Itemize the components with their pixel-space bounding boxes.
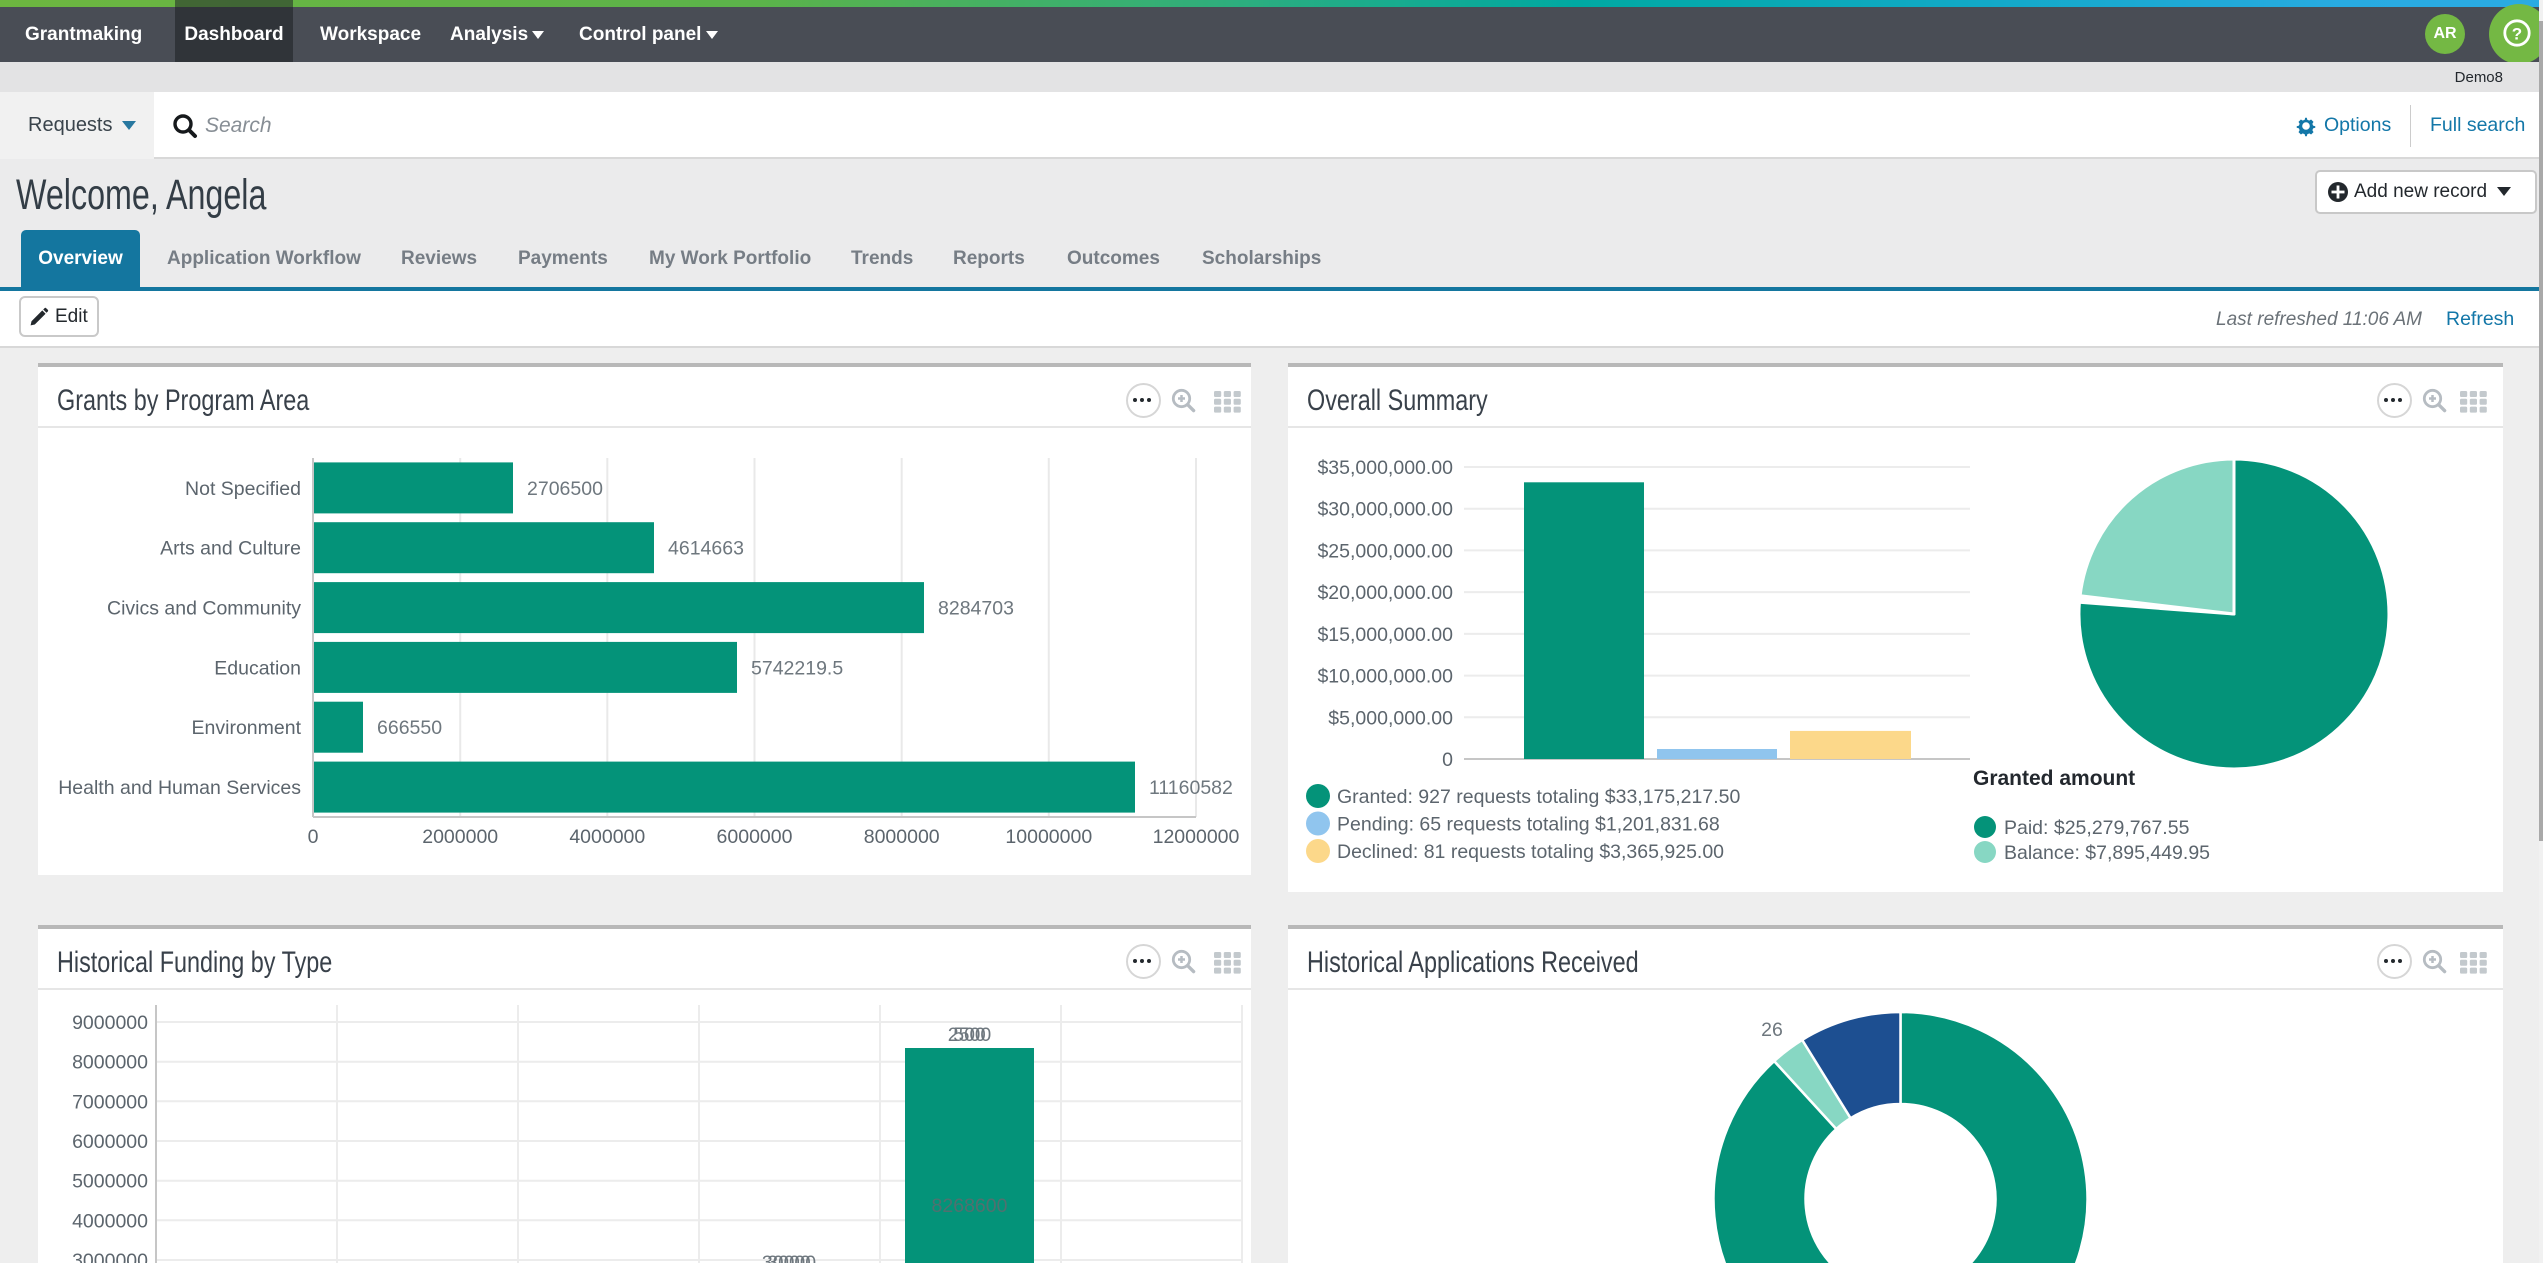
svg-text:3000000: 3000000 <box>72 1250 148 1263</box>
svg-text:Health and Human Services: Health and Human Services <box>58 777 301 799</box>
svg-text:$25,000,000.00: $25,000,000.00 <box>1317 540 1453 562</box>
svg-text:Balance: $7,895,449.95: Balance: $7,895,449.95 <box>2004 842 2210 864</box>
svg-text:Civics and Community: Civics and Community <box>107 598 301 620</box>
svg-text:6000000: 6000000 <box>72 1131 148 1153</box>
svg-text:2706500: 2706500 <box>527 478 603 500</box>
svg-text:8284703: 8284703 <box>938 598 1014 620</box>
svg-text:10000000: 10000000 <box>1005 826 1092 848</box>
svg-text:5000000: 5000000 <box>72 1171 148 1193</box>
svg-text:4000000: 4000000 <box>72 1210 148 1232</box>
svg-text:6000000: 6000000 <box>717 826 793 848</box>
svg-text:11160582: 11160582 <box>1149 777 1233 799</box>
svg-text:4614663: 4614663 <box>668 538 744 560</box>
svg-text:Not Specified: Not Specified <box>185 478 301 500</box>
svg-text:12000000: 12000000 <box>1153 826 1240 848</box>
svg-text:3000: 3000 <box>767 1252 811 1263</box>
svg-text:$15,000,000.00: $15,000,000.00 <box>1317 624 1453 646</box>
svg-text:$10,000,000.00: $10,000,000.00 <box>1317 666 1453 688</box>
svg-text:666550: 666550 <box>377 717 442 739</box>
svg-text:5742219.5: 5742219.5 <box>751 657 843 679</box>
svg-text:7000000: 7000000 <box>72 1091 148 1113</box>
svg-text:2000000: 2000000 <box>422 826 498 848</box>
svg-text:26: 26 <box>1761 1019 1783 1041</box>
svg-text:8000000: 8000000 <box>72 1052 148 1074</box>
svg-text:$35,000,000.00: $35,000,000.00 <box>1317 457 1453 479</box>
svg-text:Arts and Culture: Arts and Culture <box>160 538 301 560</box>
svg-text:9000000: 9000000 <box>72 1012 148 1034</box>
svg-text:$5,000,000.00: $5,000,000.00 <box>1328 707 1453 729</box>
svg-text:Pending: 65 requests totaling: Pending: 65 requests totaling $1,201,831… <box>1337 814 1720 836</box>
svg-text:?: ? <box>2512 25 2522 44</box>
svg-text:Granted amount: Granted amount <box>1973 767 2135 790</box>
svg-text:Granted: 927 requests totaling: Granted: 927 requests totaling $33,175,2… <box>1337 786 1740 808</box>
svg-text:Education: Education <box>214 657 301 679</box>
svg-text:500: 500 <box>953 1024 986 1046</box>
svg-text:$30,000,000.00: $30,000,000.00 <box>1317 499 1453 521</box>
svg-text:Paid: $25,279,767.55: Paid: $25,279,767.55 <box>2004 817 2190 839</box>
svg-text:8000000: 8000000 <box>864 826 940 848</box>
svg-text:Declined: 81 requests totaling: Declined: 81 requests totaling $3,365,92… <box>1337 841 1724 863</box>
svg-text:$20,000,000.00: $20,000,000.00 <box>1317 582 1453 604</box>
svg-text:0: 0 <box>1442 749 1453 771</box>
svg-text:0: 0 <box>308 826 319 848</box>
svg-text:4000000: 4000000 <box>569 826 645 848</box>
svg-text:8268600: 8268600 <box>932 1195 1008 1217</box>
svg-text:Environment: Environment <box>192 717 302 739</box>
